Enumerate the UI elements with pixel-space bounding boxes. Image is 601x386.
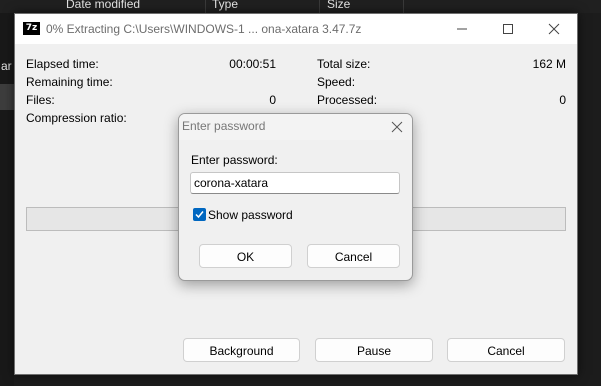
window-title: 0% Extracting C:\Users\WINDOWS-1 ... ona… <box>46 22 362 36</box>
maximize-icon <box>503 24 513 34</box>
password-dialog-titlebar[interactable]: Enter password <box>179 114 412 140</box>
files-value: 0 <box>269 93 276 107</box>
column-separator <box>205 0 206 13</box>
show-password-label[interactable]: Show password <box>208 208 293 222</box>
compression-ratio-label: Compression ratio: <box>26 111 127 125</box>
total-size-label: Total size: <box>317 57 371 71</box>
ok-button[interactable]: OK <box>199 244 292 268</box>
files-label: Files: <box>26 93 55 107</box>
explorer-nav-item-label: ar <box>1 59 12 73</box>
close-icon <box>548 23 560 35</box>
column-separator <box>319 0 320 13</box>
column-date-modified[interactable]: Date modified <box>66 0 140 11</box>
column-type[interactable]: Type <box>212 0 238 11</box>
7zip-app-icon: 7z <box>23 22 40 35</box>
window-titlebar[interactable]: 7z 0% Extracting C:\Users\WINDOWS-1 ... … <box>15 14 577 44</box>
total-size-value: 162 M <box>532 57 566 71</box>
speed-label: Speed: <box>317 75 356 89</box>
column-separator <box>403 0 404 13</box>
processed-label: Processed: <box>317 93 378 107</box>
show-password-checkbox[interactable] <box>193 208 206 221</box>
minimize-icon <box>457 28 467 30</box>
maximize-button[interactable] <box>485 14 531 44</box>
cancel-button[interactable]: Cancel <box>447 338 565 362</box>
checkmark-icon <box>195 211 204 219</box>
elapsed-time-value: 00:00:51 <box>229 57 276 71</box>
password-dialog-title: Enter password <box>182 119 266 133</box>
elapsed-time-label: Elapsed time: <box>26 57 99 71</box>
password-input[interactable] <box>190 172 400 194</box>
close-button[interactable] <box>531 14 577 44</box>
column-size[interactable]: Size <box>327 0 350 11</box>
processed-value: 0 <box>559 93 566 107</box>
remaining-time-label: Remaining time: <box>26 75 113 89</box>
close-icon[interactable] <box>390 120 404 134</box>
background-button[interactable]: Background <box>183 338 300 362</box>
password-label: Enter password: <box>191 153 278 167</box>
minimize-button[interactable] <box>439 14 485 44</box>
explorer-column-header: Date modified Type Size <box>0 0 601 13</box>
explorer-nav-selected-item[interactable] <box>0 84 14 110</box>
pause-button[interactable]: Pause <box>315 338 433 362</box>
password-dialog: Enter password Enter password: Show pass… <box>178 113 413 281</box>
dialog-cancel-button[interactable]: Cancel <box>307 244 400 268</box>
